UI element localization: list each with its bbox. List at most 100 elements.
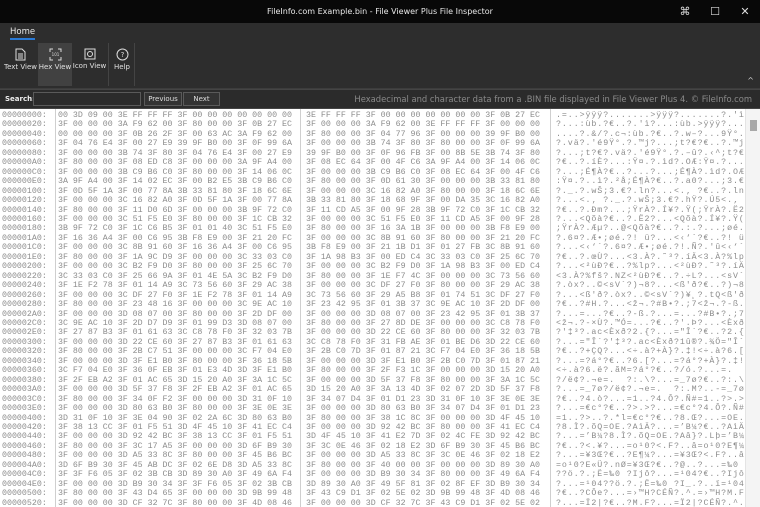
help-icon: ?: [116, 48, 128, 61]
offset: 00000360:: [2, 366, 47, 376]
ascii-text: ?...<.‚ ?._.?.wŠ;3.€?.hŸ?.Ú5<.‚: [556, 196, 745, 206]
hex-row: 00000120: 3F 00 00 00 3C 16 82 A0 3F 0D 5…: [0, 196, 745, 205]
hex-row: 000001A0: 3F 16 36 A4 3F 00 C6 95 3B F8 E…: [0, 234, 745, 243]
hex-bytes-left: 3F 16 36 A4 3F 00 C6 95 3B F8 E9 00 3F 2…: [58, 233, 293, 243]
hex-bytes-left: 3F 00 00 00 3A F9 62 00 3F 80 00 00 3F 0…: [58, 120, 293, 130]
hex-row: 000004C0: 3F 3F F6 05 3F 02 3B CB 3D 89 3…: [0, 470, 745, 479]
window-title: FileInfo.com Example.bin - File Viewer P…: [267, 7, 493, 16]
next-button[interactable]: Next: [183, 92, 220, 106]
offset: 000000E0:: [2, 177, 47, 187]
hex-row: 00000360: 3C F7 04 E0 3F 36 0F EB 3F 01 E…: [0, 366, 745, 375]
ascii-text: ??ö.?.;Ë=‰0 ?Ijô?...=¹04?€..?Ijô: [556, 470, 745, 480]
offset: 00000480:: [2, 451, 47, 461]
maximize-button[interactable]: ☐: [700, 0, 730, 23]
hex-bytes-right: 3D 15 20 A0 3F 3A 13 4D 3F 02 07 2D 3D 5…: [306, 385, 541, 395]
hex-bytes-right: 3F 00 00 00 3D 80 63 B0 3F 34 07 D4 3F 0…: [306, 404, 541, 414]
hex-view-label: Hex View: [38, 63, 72, 71]
search-input[interactable]: [33, 92, 141, 106]
hex-bytes-right: 3F 00 00 00 3C 8B 91 60 3F 80 00 00 3F 2…: [306, 233, 541, 243]
snap-button[interactable]: ⌘: [670, 0, 700, 23]
offset: 00000300:: [2, 337, 47, 347]
hex-bytes-left: 3F 00 00 00 3C 8B 91 60 3F 16 36 A4 3F 0…: [58, 243, 293, 253]
tab-home[interactable]: Home: [10, 27, 36, 40]
offset: 000002E0:: [2, 328, 47, 338]
hex-bytes-right: 3D 89 30 A0 3F 49 5F 81 3F 02 8F EF 3D B…: [306, 479, 541, 489]
hex-bytes-right: 3C 73 56 60 3F 29 A5 B8 3F 01 74 51 3C D…: [306, 290, 541, 300]
ascii-text: ?€..?.íÈ?...:Ÿ¤.?.ìd?.OÆ:Ÿ¤.?...: [556, 158, 745, 168]
hex-bytes-right: 3F 00 00 00 3D 5F 37 F8 3F 80 00 00 3F 3…: [306, 375, 541, 385]
hex-row: 00000480: 3F 00 00 00 3D A5 33 8C 3F 80 0…: [0, 451, 745, 460]
offset: 00000500:: [2, 489, 47, 499]
hex-row: 00000180: 3B 9F 72 C0 3F 1C C6 B5 3F 01 0…: [0, 224, 745, 233]
hex-bytes-left: 3F 00 00 00 3D B9 30 34 3F 3F F6 05 3F 0…: [58, 479, 293, 489]
ascii-text: ?...=...?€..?-ß.?...=...?#B•?.;7: [556, 309, 745, 319]
offset: 00000240:: [2, 281, 47, 291]
offset: 00000160:: [2, 214, 47, 224]
offset: 000003A0:: [2, 385, 47, 395]
hex-bytes-right: 3B F8 E9 00 3F 21 1B D1 3F 01 27 FB 3C 8…: [306, 243, 541, 253]
help-label: Help: [114, 63, 130, 71]
hex-row: 000004A0: 3D 6F B9 30 3F 45 AB DC 3F 02 6…: [0, 461, 745, 470]
close-button[interactable]: ✕: [730, 0, 760, 23]
vertical-scrollbar[interactable]: [745, 109, 760, 507]
offset: 00000220:: [2, 271, 47, 281]
ribbon-separator: [108, 43, 109, 86]
offset: 00000140:: [2, 205, 47, 215]
offset: 00000520:: [2, 498, 47, 507]
ascii-text: ....?.&/?.c¬:ùb.?€..?.w–?...9Ÿ°.: [556, 129, 745, 139]
hex-bytes-left: 3F 80 00 00 3F 34 0F F2 3F 00 00 00 3D 3…: [58, 394, 293, 404]
ascii-text: ?...=¥3Œ?€..?E¶¼?...=¥3Œ?<.F?..â: [556, 451, 745, 461]
hex-bytes-right: 3F 00 00 00 3D B9 30 34 3F 80 00 00 3F 4…: [306, 470, 541, 480]
offset: 000003C0:: [2, 394, 47, 404]
hex-bytes-left: 3F 00 00 00 3C 51 F5 E0 3F 80 00 00 3F 1…: [58, 214, 293, 224]
hex-bytes-left: 3F 00 00 00 3C 16 82 A0 3F 0D 5F 1A 3F 0…: [58, 196, 293, 206]
hex-row: 000004E0: 3F 00 00 00 3D B9 30 34 3F 3F F…: [0, 480, 745, 489]
hex-bytes-left: 3D 31 0F 10 3F 3E 04 90 3F 02 2A 6C 3D 8…: [58, 413, 293, 423]
hex-bytes-right: 3F 00 00 00 3D CF 32 7C 3F 43 C9 D1 3F 0…: [306, 498, 541, 507]
ascii-text: <3.À?%fš?.NZ<²ùÐ?€..?.÷L?...<sV`: [556, 271, 745, 281]
offset: 00000420:: [2, 422, 47, 432]
hex-bytes-left: 3F 00 00 00 3C B2 F9 D0 3F 80 00 00 3F 2…: [58, 262, 293, 272]
hex-row: 000003E0: 3F 00 00 00 3D 80 63 B0 3F 80 0…: [0, 404, 745, 413]
text-document-icon: [15, 48, 26, 61]
hex-bytes-left: 3F 04 76 E4 3F 00 27 E9 39 9F B0 00 3F 0…: [58, 139, 293, 149]
hex-viewer[interactable]: 00000000: 00 3D 09 00 3E FF FF FF 3F 00 0…: [0, 109, 760, 507]
text-view-button[interactable]: Text View: [4, 43, 37, 86]
hex-bytes-left: 3B 9F 72 C0 3F 1C C6 B5 3F 01 01 40 3C 5…: [58, 224, 293, 234]
offset: 00000040:: [2, 129, 47, 139]
hex-bytes-right: 3F 00 00 00 3D A5 33 8C 3F 3C 0E 46 3F 0…: [306, 451, 541, 461]
ascii-text: ?...:ùb.?€..?.'ì?...:ùb.>ÿÿÿ?...: [556, 120, 745, 130]
offset: 00000400:: [2, 413, 47, 423]
offset: 00000280:: [2, 300, 47, 310]
hex-bytes-right: 3F 3C 0E 46 3F 02 18 E2 3D 6F B9 30 3F 4…: [306, 441, 541, 451]
hex-row: 000001C0: 3F 00 00 00 3C 8B 91 60 3F 16 3…: [0, 243, 745, 252]
ascii-text: ?._.?.wŠ;3.€?.ln?...<.‚ ?€..?.ln: [556, 186, 745, 196]
hex-bytes-right: 3F 00 00 00 3C 51 F5 E0 3F 11 CD A5 3F 0…: [306, 214, 541, 224]
maximize-icon: ☐: [710, 5, 720, 18]
hex-view-button[interactable]: 101 Hex View: [38, 43, 72, 86]
hex-row: 00000520: 3F 00 00 00 3D CF 32 7C 3F 80 0…: [0, 499, 745, 507]
offset: 000000A0:: [2, 158, 47, 168]
collapse-ribbon-icon[interactable]: ^: [747, 76, 754, 85]
hex-bytes-left: 3C 9E AC 10 3F 2D D7 D9 3F 01 99 D3 3D 0…: [58, 318, 293, 328]
hex-row: 00000300: 3F 00 00 00 3D 22 CE 60 3F 27 8…: [0, 338, 745, 347]
previous-button[interactable]: Previous: [144, 92, 182, 106]
hex-bytes-left: 3F 80 00 00 3F 43 D4 65 3F 00 00 00 3D 9…: [58, 489, 293, 499]
hex-bytes-left: 3F 80 00 00 3F 3C 17 A5 3F 00 00 00 3D 6…: [58, 441, 293, 451]
hex-bytes-right: 3F 80 00 00 3F 38 1C 8C 3F 00 00 00 3D 4…: [306, 413, 541, 423]
scrollbar-thumb[interactable]: [750, 120, 757, 131]
hex-bytes-right: 3B 33 81 80 3F 18 68 9F 3F 00 DA 35 3C 1…: [306, 196, 541, 206]
ascii-text: :Ÿ¤.?..ì?.²å;É¶À?€..?.a0?...;3.€: [556, 177, 745, 187]
help-button[interactable]: ? Help: [111, 43, 133, 86]
icon-view-button[interactable]: Icon View: [72, 43, 107, 86]
offset: 00000320:: [2, 347, 47, 357]
hex-bytes-left: 3F 00 00 00 3D 5F 37 F8 3F 2F EB A2 3F 0…: [58, 385, 293, 395]
offset: 000004A0:: [2, 460, 47, 470]
hex-bytes-left: 3F 80 00 00 3F 2B C7 51 3F 00 00 00 3C F…: [58, 347, 293, 357]
hex-row: 00000420: 3F 38 13 CC 3F 01 F5 51 3D 4F 4…: [0, 423, 745, 432]
hex-icon: 101: [49, 48, 61, 61]
offset: 00000380:: [2, 375, 47, 385]
ascii-text: =1..?>..?.*l=€c°?€..?8.Œ?...=OE.: [556, 413, 745, 423]
hex-bytes-left: 3F 38 13 CC 3F 01 F5 51 3D 4F 45 10 3F 4…: [58, 422, 293, 432]
ascii-text: =o¹0?E«Ü?.nØ=¥3Œ?€..?@..?...=‰0: [556, 460, 745, 470]
